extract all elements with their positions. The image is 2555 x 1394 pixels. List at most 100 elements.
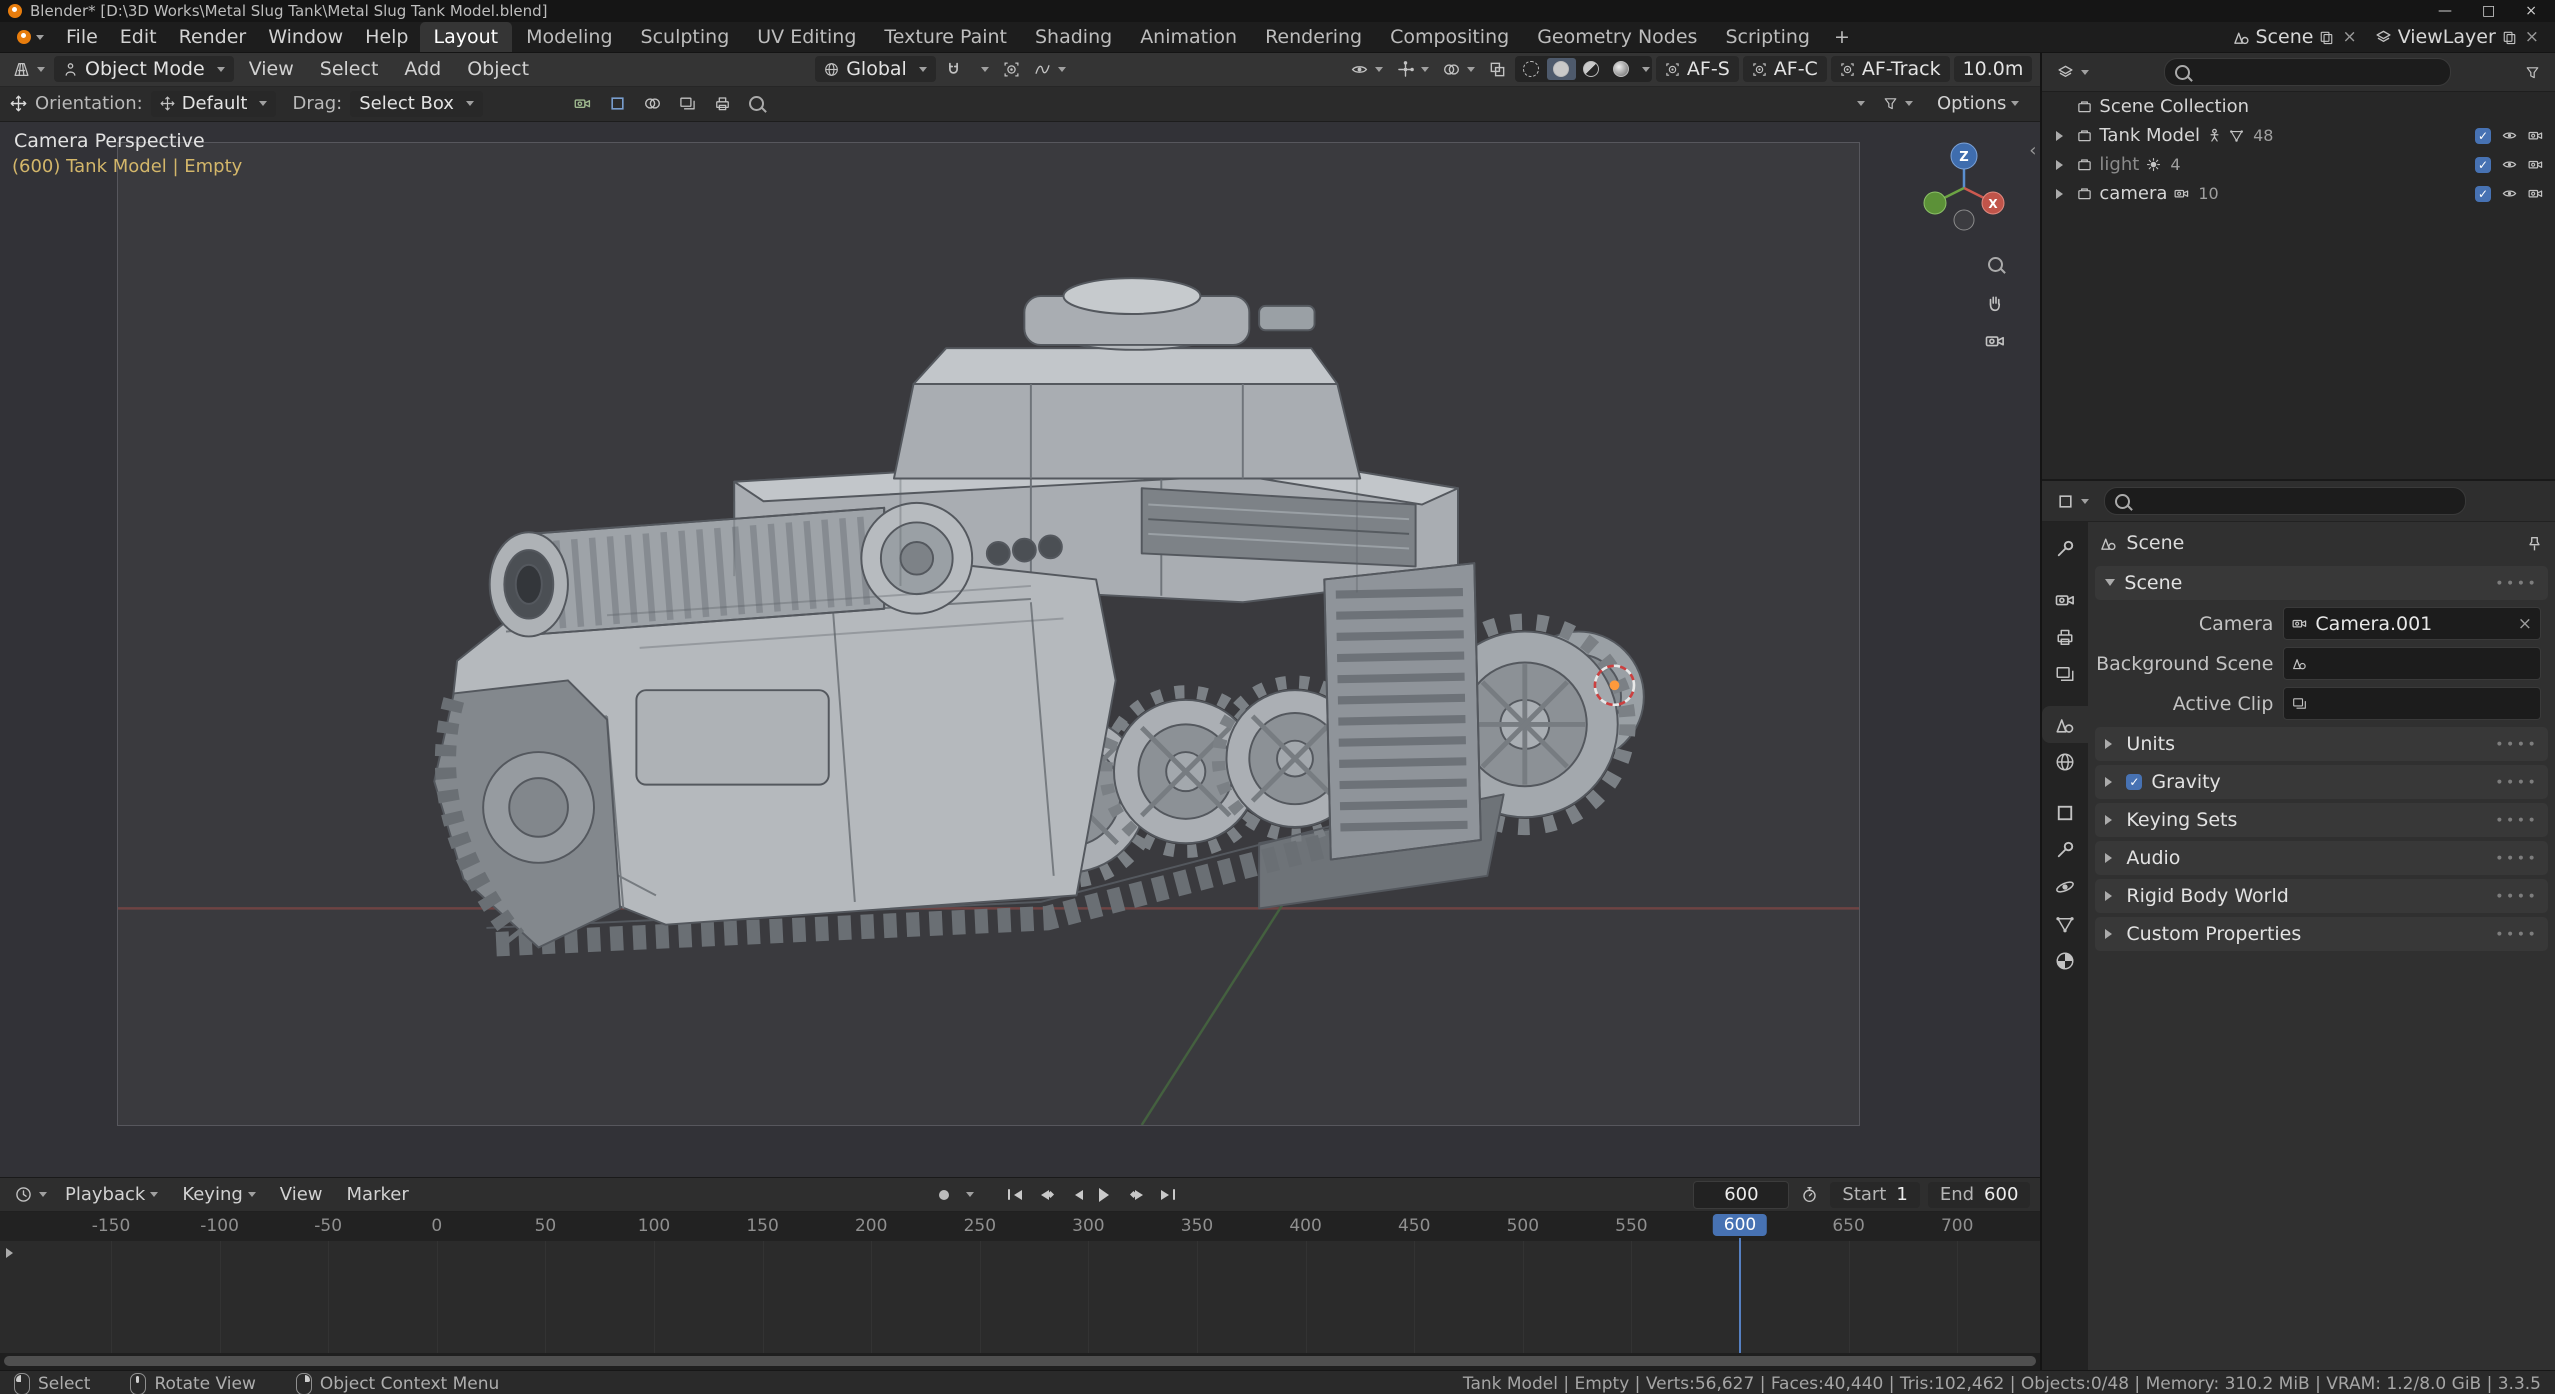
- expand-icon[interactable]: [2056, 130, 2068, 141]
- checkbox-icon[interactable]: ✓: [2475, 185, 2491, 202]
- zoom-tool-button[interactable]: [744, 91, 769, 117]
- orientation-dropdown[interactable]: Default: [150, 90, 277, 117]
- eye-icon[interactable]: [2502, 186, 2517, 201]
- proportional-editing-toggle[interactable]: [998, 56, 1025, 82]
- outliner-filter-button[interactable]: [2520, 59, 2545, 85]
- properties-tab-object[interactable]: [2042, 794, 2088, 831]
- ruler-tick[interactable]: 500: [1507, 1216, 1539, 1236]
- af-c-button[interactable]: AF-C: [1742, 56, 1827, 83]
- frame-start-field[interactable]: Start 1: [1830, 1181, 1920, 1208]
- editor-type-button[interactable]: [8, 56, 50, 82]
- background-scene-field[interactable]: [2283, 647, 2541, 680]
- properties-search-input[interactable]: [2138, 489, 2456, 513]
- transform-orientation-dropdown[interactable]: Global: [815, 56, 936, 83]
- shading-material-button[interactable]: [1577, 58, 1606, 80]
- menu-help[interactable]: Help: [354, 22, 419, 52]
- properties-tab-physics[interactable]: [2042, 868, 2088, 905]
- next-keyframe-button[interactable]: [1124, 1183, 1153, 1207]
- frame-end-field[interactable]: End 600: [1927, 1181, 2031, 1208]
- panel-header-units[interactable]: Units ∙∙∙∙: [2095, 727, 2548, 761]
- workspace-tab-texture-paint[interactable]: Texture Paint: [870, 22, 1021, 52]
- panel-grip[interactable]: ∙∙∙∙: [2495, 888, 2538, 904]
- camera-field[interactable]: Camera.001 ×: [2283, 607, 2541, 640]
- previous-frame-button[interactable]: [1062, 1183, 1091, 1207]
- viewport-pan-button[interactable]: [1982, 290, 2008, 316]
- workspace-tab-rendering[interactable]: Rendering: [1251, 22, 1376, 52]
- menu-add[interactable]: Add: [393, 58, 452, 80]
- properties-tab-object-data[interactable]: [2042, 905, 2088, 942]
- properties-tab-scene[interactable]: [2042, 706, 2089, 743]
- 3d-viewport[interactable]: Camera Perspective (600) Tank Model | Em…: [0, 121, 2041, 1178]
- menu-object[interactable]: Object: [456, 58, 540, 80]
- outliner-search-input[interactable]: [2197, 60, 2440, 84]
- scene-selector[interactable]: Scene: [2256, 26, 2314, 48]
- ruler-tick[interactable]: 550: [1615, 1216, 1647, 1236]
- outliner-row-scene-collection[interactable]: Scene Collection: [2042, 92, 2555, 121]
- workspace-tab-geometry-nodes[interactable]: Geometry Nodes: [1523, 22, 1711, 52]
- use-preview-range-button[interactable]: [1795, 1183, 1824, 1207]
- ruler-tick[interactable]: 200: [855, 1216, 887, 1236]
- workspace-tab-sculpting[interactable]: Sculpting: [627, 22, 744, 52]
- panel-header-audio[interactable]: Audio ∙∙∙∙: [2095, 841, 2548, 875]
- mode-dropdown[interactable]: Object Mode: [54, 56, 234, 83]
- workspace-tab-modeling[interactable]: Modeling: [512, 22, 626, 52]
- current-frame-field[interactable]: 600: [1693, 1180, 1790, 1209]
- workspace-tab-uv-editing[interactable]: UV Editing: [743, 22, 870, 52]
- expand-icon[interactable]: [2056, 188, 2068, 199]
- properties-tab-output[interactable]: [2042, 618, 2088, 655]
- ruler-tick[interactable]: -150: [92, 1216, 131, 1236]
- camera-visibility-icon[interactable]: [2528, 157, 2543, 172]
- snap-toggle[interactable]: [940, 56, 967, 82]
- gravity-checkbox[interactable]: ✓: [2126, 774, 2143, 790]
- panel-header-keying-sets[interactable]: Keying Sets ∙∙∙∙: [2095, 803, 2548, 837]
- ruler-tick[interactable]: 50: [535, 1216, 557, 1236]
- channel-expand-arrow[interactable]: [6, 1248, 18, 1259]
- ruler-tick[interactable]: 0: [431, 1216, 442, 1236]
- proportional-falloff-dropdown[interactable]: [1029, 56, 1071, 82]
- properties-tab-tool[interactable]: [2042, 530, 2088, 567]
- panel-header-scene[interactable]: Scene ∙∙∙∙: [2095, 566, 2548, 600]
- ruler-tick[interactable]: 400: [1289, 1216, 1321, 1236]
- shading-rendered-button[interactable]: [1607, 58, 1636, 80]
- eye-icon[interactable]: [2502, 157, 2517, 172]
- properties-editor-type-button[interactable]: [2052, 488, 2094, 514]
- gizmo-negative-axis[interactable]: [1953, 209, 1975, 231]
- tool-settings-dropdown[interactable]: [1847, 91, 1870, 117]
- snap-settings-dropdown[interactable]: [971, 56, 994, 82]
- current-frame-badge[interactable]: 600: [1712, 1214, 1768, 1237]
- panel-grip[interactable]: ∙∙∙∙: [2495, 575, 2538, 591]
- play-button[interactable]: [1093, 1183, 1122, 1207]
- outliner-search-box[interactable]: [2163, 58, 2451, 86]
- object-visibility-dropdown[interactable]: [1346, 56, 1388, 82]
- ruler-tick[interactable]: 150: [746, 1216, 778, 1236]
- expand-icon[interactable]: [2056, 159, 2068, 170]
- viewport-zoom-button[interactable]: [1982, 252, 2008, 278]
- menu-file[interactable]: File: [55, 22, 109, 52]
- drag-dropdown[interactable]: Select Box: [350, 90, 483, 117]
- unlink-scene-button[interactable]: ×: [2340, 27, 2358, 47]
- checkbox-icon[interactable]: ✓: [2475, 156, 2491, 173]
- properties-search-box[interactable]: [2104, 487, 2467, 515]
- new-view-layer-icon[interactable]: [2502, 30, 2517, 45]
- timeline-track[interactable]: [0, 1241, 2041, 1353]
- add-workspace-button[interactable]: +: [1824, 22, 1860, 52]
- maximize-button[interactable]: □: [2482, 3, 2495, 19]
- camera-visibility-icon[interactable]: [2528, 128, 2543, 143]
- workspace-tab-layout[interactable]: Layout: [419, 22, 513, 52]
- shading-wireframe-button[interactable]: [1517, 58, 1546, 80]
- ruler-tick[interactable]: 700: [1941, 1216, 1973, 1236]
- ruler-tick[interactable]: 450: [1398, 1216, 1430, 1236]
- checkbox-icon[interactable]: ✓: [2475, 127, 2491, 144]
- af-s-button[interactable]: AF-S: [1655, 56, 1739, 83]
- scrollbar-thumb[interactable]: [4, 1356, 2037, 1366]
- show-overlays-toggle[interactable]: [1438, 56, 1480, 82]
- ruler-tick[interactable]: 250: [964, 1216, 996, 1236]
- workspace-tab-animation[interactable]: Animation: [1126, 22, 1251, 52]
- camera-visibility-icon[interactable]: [2528, 186, 2543, 201]
- af-track-button[interactable]: AF-Track: [1830, 56, 1950, 83]
- menu-marker[interactable]: Marker: [336, 1184, 420, 1205]
- panel-header-custom-properties[interactable]: Custom Properties ∙∙∙∙: [2095, 917, 2548, 951]
- move-tool-icon[interactable]: [10, 95, 27, 112]
- properties-tab-world[interactable]: [2042, 743, 2088, 780]
- menu-render[interactable]: Render: [168, 22, 258, 52]
